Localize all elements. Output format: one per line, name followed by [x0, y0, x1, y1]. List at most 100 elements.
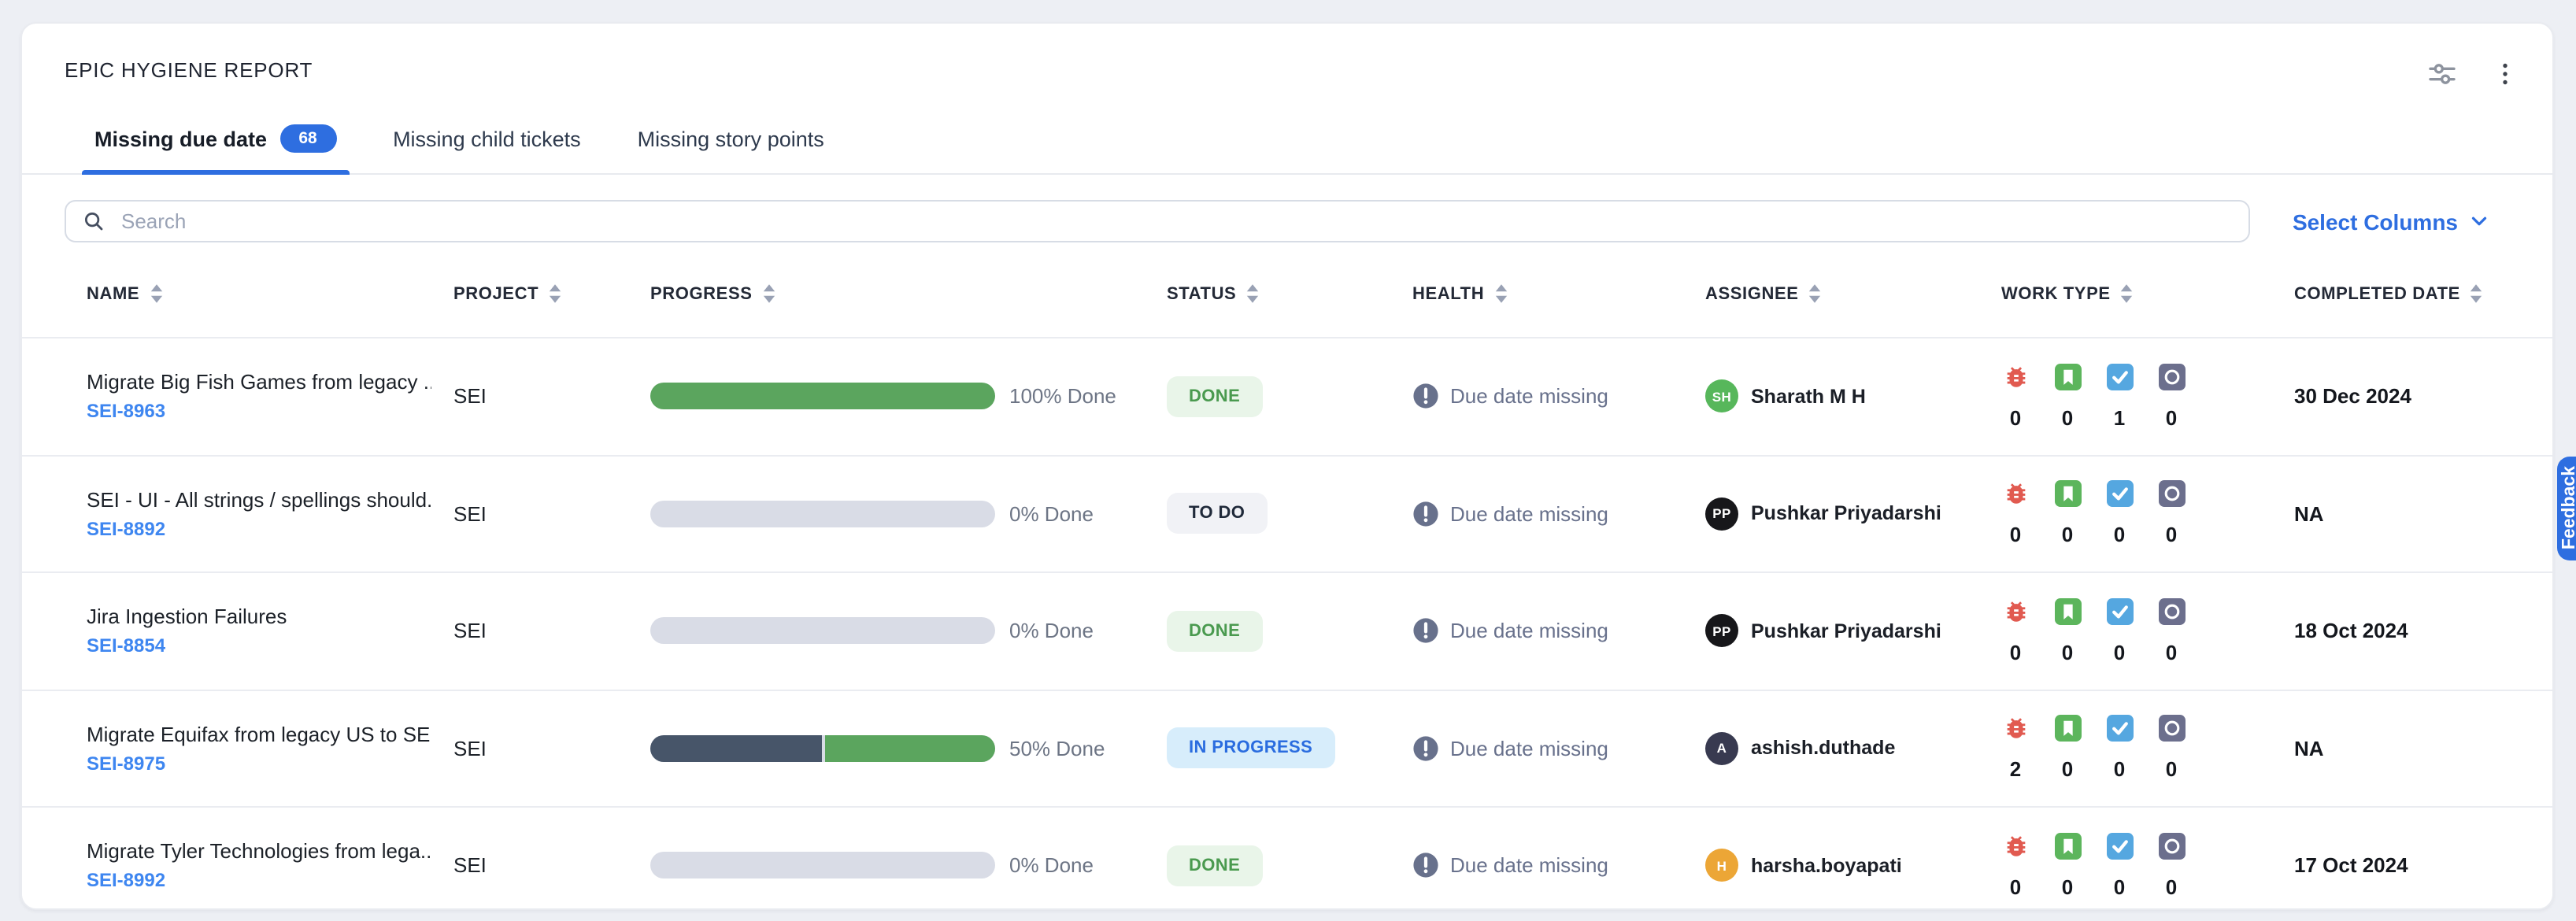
table-row: Migrate Equifax from legacy US to SE... …	[22, 689, 2552, 806]
kebab-menu-icon[interactable]	[2486, 55, 2524, 93]
progress-bar	[650, 853, 995, 879]
assignee-cell: PP Pushkar Priyadarshi	[1705, 615, 2001, 648]
sort-icon[interactable]	[1245, 283, 1260, 304]
avatar: A	[1705, 732, 1738, 765]
work-type-epic: 0	[2157, 364, 2186, 430]
progress-cell: 100% Done	[650, 383, 1167, 410]
progress-label: 0% Done	[1009, 854, 1094, 878]
page-title: EPIC HYGIENE REPORT	[65, 47, 2423, 82]
story-icon	[2054, 481, 2081, 508]
epic-key-link[interactable]: SEI-8963	[87, 401, 431, 423]
task-icon	[2106, 716, 2133, 742]
table-row: Migrate Big Fish Games from legacy ... S…	[22, 337, 2552, 454]
project-cell: SEI	[453, 385, 650, 409]
assignee-name: harsha.boyapati	[1751, 855, 1902, 877]
assignee-cell: A ashish.duthade	[1705, 732, 2001, 765]
completed-date-cell: 17 Oct 2024	[2294, 854, 2491, 878]
feedback-label: Feedback	[2560, 467, 2576, 550]
story-count: 0	[2062, 641, 2073, 664]
sort-icon[interactable]	[762, 283, 776, 304]
search-input[interactable]	[118, 208, 2233, 235]
health-cell: Due date missing	[1412, 501, 1705, 527]
epic-count: 0	[2166, 523, 2177, 547]
completed-date-cell: 18 Oct 2024	[2294, 620, 2491, 643]
work-type-story: 0	[2053, 598, 2082, 664]
bug-count: 0	[2010, 641, 2021, 664]
task-count: 0	[2114, 758, 2125, 782]
bug-icon	[2002, 481, 2029, 508]
work-type-cell: 2 0 0 0	[2001, 716, 2294, 782]
column-header-status[interactable]: STATUS	[1167, 283, 1412, 304]
bug-count: 0	[2010, 406, 2021, 430]
sort-icon[interactable]	[2470, 283, 2484, 304]
epic-key-link[interactable]: SEI-8892	[87, 518, 431, 540]
tab-label: Missing story points	[638, 127, 824, 150]
alert-icon	[1412, 618, 1439, 645]
tab-missing-child-tickets[interactable]: Missing child tickets	[380, 115, 594, 173]
avatar: PP	[1705, 497, 1738, 531]
bug-icon	[2002, 716, 2029, 742]
work-type-bug: 0	[2001, 833, 2030, 899]
column-header-assignee[interactable]: ASSIGNEE	[1705, 283, 2001, 304]
progress-label: 0% Done	[1009, 502, 1094, 526]
task-count: 1	[2114, 406, 2125, 430]
tab-label: Missing child tickets	[393, 127, 581, 150]
sort-icon[interactable]	[2120, 283, 2134, 304]
bug-icon	[2002, 598, 2029, 625]
progress-cell: 0% Done	[650, 853, 1167, 879]
bug-icon	[2002, 833, 2029, 860]
story-icon	[2054, 833, 2081, 860]
assignee-cell: SH Sharath M H	[1705, 380, 2001, 413]
toolbar: Select Columns	[22, 175, 2552, 242]
epic-count: 0	[2166, 758, 2177, 782]
assignee-name: ashish.duthade	[1751, 738, 1895, 760]
name-cell: Migrate Equifax from legacy US to SE... …	[87, 723, 453, 775]
table-body: Migrate Big Fish Games from legacy ... S…	[22, 337, 2552, 910]
column-header-project[interactable]: PROJECT	[453, 283, 650, 304]
epic-key-link[interactable]: SEI-8992	[87, 870, 431, 892]
health-cell: Due date missing	[1412, 853, 1705, 879]
feedback-tab[interactable]: Feedback	[2557, 457, 2576, 560]
story-count: 0	[2062, 758, 2073, 782]
epic-name: Migrate Tyler Technologies from lega...	[87, 840, 431, 864]
work-type-story: 0	[2053, 716, 2082, 782]
sort-icon[interactable]	[548, 283, 562, 304]
column-header-work-type[interactable]: WORK TYPE	[2001, 283, 2294, 304]
work-type-epic: 0	[2157, 833, 2186, 899]
epic-key-link[interactable]: SEI-8854	[87, 635, 431, 657]
sort-icon[interactable]	[1493, 283, 1508, 304]
column-header-name[interactable]: NAME	[87, 283, 453, 304]
story-count: 0	[2062, 875, 2073, 899]
alert-icon	[1412, 383, 1439, 410]
bug-count: 2	[2010, 758, 2021, 782]
status-cell: DONE	[1167, 611, 1412, 652]
tab-count-badge: 68	[279, 124, 336, 153]
select-columns-button[interactable]: Select Columns	[2293, 209, 2491, 234]
work-type-bug: 0	[2001, 598, 2030, 664]
status-cell: DONE	[1167, 845, 1412, 886]
work-type-bug: 2	[2001, 716, 2030, 782]
work-type-story: 0	[2053, 833, 2082, 899]
name-cell: Jira Ingestion Failures SEI-8854	[87, 605, 453, 657]
progress-cell: 0% Done	[650, 501, 1167, 527]
filters-icon[interactable]	[2423, 55, 2461, 93]
epic-key-link[interactable]: SEI-8975	[87, 753, 431, 775]
task-count: 0	[2114, 875, 2125, 899]
work-type-cell: 0 0 0 0	[2001, 481, 2294, 547]
tab-missing-story-points[interactable]: Missing story points	[625, 115, 837, 173]
column-header-progress[interactable]: PROGRESS	[650, 283, 1167, 304]
status-badge: DONE	[1167, 845, 1262, 886]
search-box[interactable]	[65, 200, 2250, 242]
epic-count: 0	[2166, 875, 2177, 899]
task-icon	[2106, 833, 2133, 860]
epic-icon	[2158, 716, 2185, 742]
sort-icon[interactable]	[1808, 283, 1823, 304]
column-header-completed-date[interactable]: COMPLETED DATE	[2294, 283, 2491, 304]
work-type-epic: 0	[2157, 481, 2186, 547]
sort-icon[interactable]	[149, 283, 163, 304]
card-header: EPIC HYGIENE REPORT	[22, 24, 2552, 93]
column-header-health[interactable]: HEALTH	[1412, 283, 1705, 304]
epic-icon	[2158, 481, 2185, 508]
work-type-task: 0	[2105, 481, 2134, 547]
tab-missing-due-date[interactable]: Missing due date 68	[82, 115, 349, 173]
